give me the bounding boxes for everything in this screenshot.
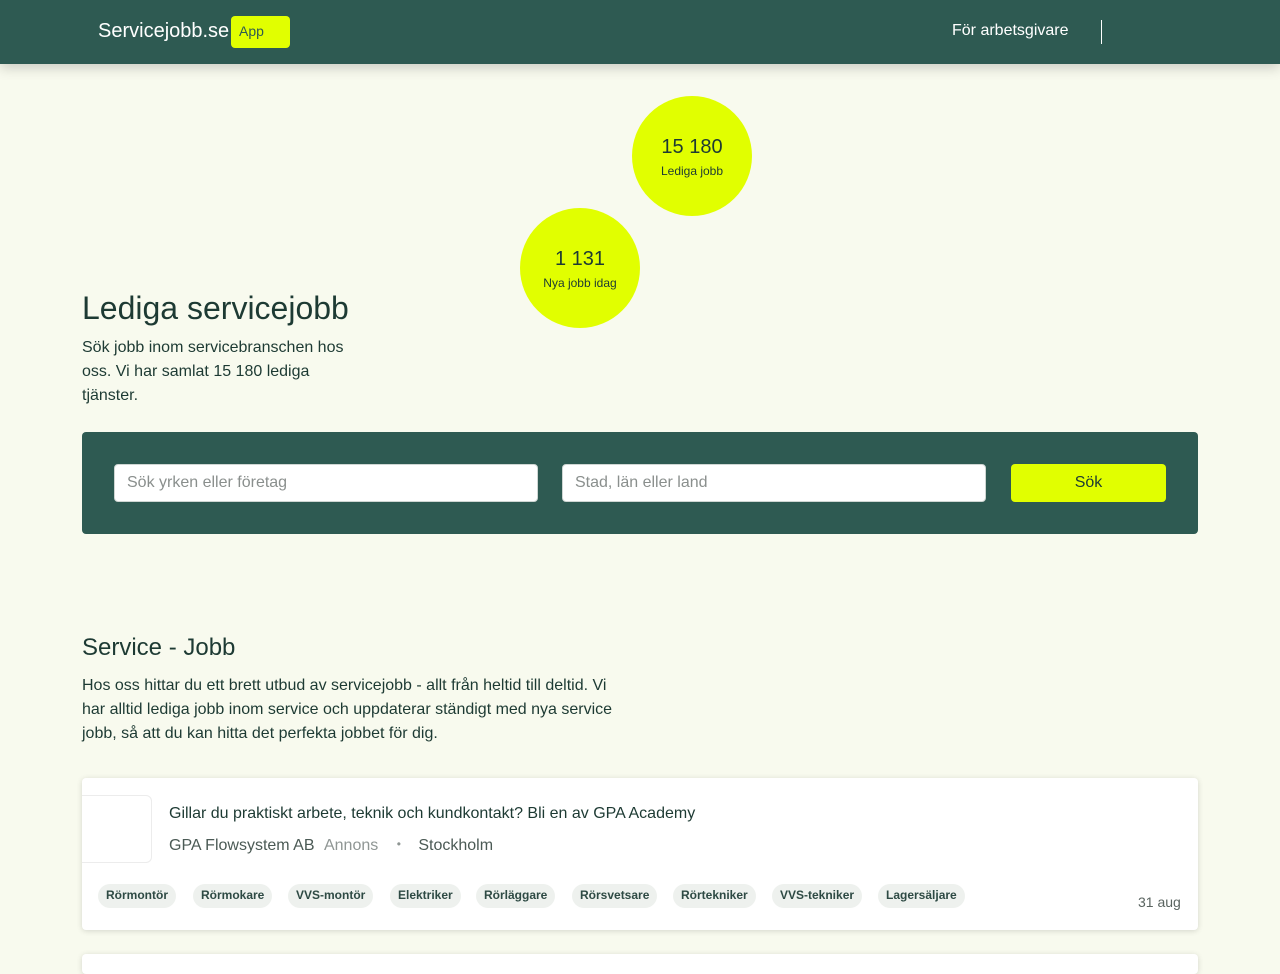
- job-title-link[interactable]: Gillar du praktiskt arbete, teknik och k…: [169, 805, 695, 823]
- job-date: 31 aug: [1138, 894, 1181, 910]
- stat-available-jobs-value: 15 180: [661, 136, 723, 158]
- job-tag[interactable]: VVS-montör: [288, 884, 374, 908]
- nav-divider: [1101, 20, 1102, 44]
- job-query-input[interactable]: [114, 464, 538, 502]
- ad-label: Annons: [323, 837, 379, 854]
- job-tag[interactable]: Rörmokare: [193, 884, 273, 908]
- brand-logo-link[interactable]: Servicejobb.se: [98, 20, 229, 43]
- job-tag[interactable]: Elektriker: [390, 884, 461, 908]
- stat-new-jobs-today: 1 131 Nya jobb idag: [520, 208, 640, 328]
- job-search-panel: Sök: [82, 432, 1198, 534]
- search-button[interactable]: Sök: [1011, 464, 1166, 502]
- stat-available-jobs: 15 180 Lediga jobb: [632, 96, 752, 216]
- stat-new-jobs-today-value: 1 131: [554, 248, 606, 270]
- app-badge[interactable]: App: [231, 16, 290, 48]
- job-tag[interactable]: Rörläggare: [476, 884, 556, 908]
- job-company: GPA Flowsystem AB: [169, 837, 315, 854]
- hero-subtitle: Sök jobb inom servicebranschen hos oss. …: [82, 339, 344, 404]
- job-card[interactable]: Gillar du praktiskt arbete, teknik och k…: [82, 778, 1198, 930]
- employers-link[interactable]: För arbetsgivare: [952, 22, 1069, 40]
- section-title: Service - Jobb: [82, 634, 236, 661]
- job-location: Stockholm: [418, 837, 494, 854]
- stat-available-jobs-label: Lediga jobb: [660, 164, 724, 178]
- location-input[interactable]: [562, 464, 986, 502]
- job-meta: GPA Flowsystem AB Annons • Stockholm: [169, 837, 493, 855]
- meta-separator: •: [396, 837, 401, 851]
- job-tag[interactable]: Rörtekniker: [673, 884, 756, 908]
- stat-new-jobs-today-label: Nya jobb idag: [543, 276, 617, 290]
- page-title: Lediga servicejobb: [82, 290, 349, 326]
- section-description: Hos oss hittar du ett brett utbud av ser…: [82, 677, 613, 742]
- top-navigation-bar: Servicejobb.se App För arbetsgivare: [0, 0, 1280, 64]
- job-tag[interactable]: VVS-tekniker: [772, 884, 863, 908]
- job-card-next-partial[interactable]: [82, 954, 1198, 974]
- job-tag[interactable]: Rörmontör: [98, 884, 176, 908]
- job-tag[interactable]: Rörsvetsare: [572, 884, 658, 908]
- company-logo: [82, 795, 152, 863]
- job-tag[interactable]: Lagersäljare: [878, 884, 965, 908]
